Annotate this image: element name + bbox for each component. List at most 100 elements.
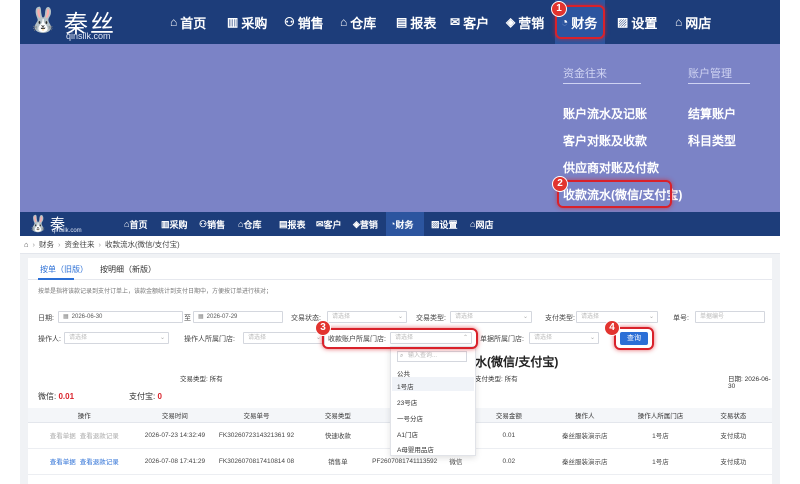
- report-title: 水(微信/支付宝): [475, 355, 559, 369]
- logo-mark-icon: 🐰: [28, 216, 48, 233]
- col-header: 操作人所属门店: [626, 408, 695, 423]
- date-to-input[interactable]: ▦ 2026-07-29: [193, 311, 283, 323]
- customer-icon: ✉: [450, 15, 461, 29]
- chevron-down-icon: ⌄: [159, 335, 165, 341]
- breadcrumb-current: 收款流水(微信/支付宝): [105, 240, 180, 249]
- wechat-total: 微信: 0.01: [38, 392, 75, 401]
- nav-marketing[interactable]: ◈ 营销: [353, 212, 378, 236]
- step-badge-3: 3: [315, 320, 331, 336]
- payment-flow-highlight: [557, 180, 672, 208]
- menu-heading-account-mgmt: 账户管理: [688, 68, 732, 80]
- nav-report[interactable]: ▤ 报表: [396, 0, 436, 44]
- pay-type-label: 支付类型:: [545, 315, 575, 322]
- nav-sales[interactable]: ⚇ 销售: [284, 0, 324, 44]
- store-option[interactable]: A1门店: [397, 429, 418, 439]
- search-icon: ⌕: [400, 353, 404, 359]
- chevron-down-icon: ⌄: [522, 314, 528, 320]
- order-no-input[interactable]: 单据编号: [695, 311, 765, 323]
- breadcrumb-finance[interactable]: 财务: [39, 239, 54, 250]
- settings-icon: ▨: [617, 15, 629, 29]
- operator-store-select[interactable]: 请选择 ⌄: [243, 332, 325, 344]
- view-order-link[interactable]: 查看单据: [50, 459, 76, 466]
- nav-marketing[interactable]: ◈ 营销: [506, 0, 544, 44]
- report-pay-type: 支付类型: 所有: [475, 376, 518, 383]
- date-from-input[interactable]: ▦ 2026-06-30: [58, 311, 183, 323]
- home-icon[interactable]: ⌂: [24, 240, 29, 249]
- store-option[interactable]: 一号分店: [397, 413, 423, 423]
- col-header: 交易金额: [474, 408, 544, 423]
- marketing-icon: ◈: [506, 15, 516, 29]
- customer-icon: ✉: [316, 218, 324, 229]
- nav-warehouse[interactable]: ⌂ 仓库: [238, 212, 261, 236]
- home-icon: ⌂: [170, 15, 178, 29]
- operator-label: 操作人:: [38, 336, 61, 343]
- chevron-down-icon: ⌄: [397, 314, 403, 320]
- trade-type-select[interactable]: 请选择 ⌄: [450, 311, 532, 323]
- store-option[interactable]: A母婴用品店: [397, 444, 434, 454]
- nav-settings[interactable]: ▨ 设置: [431, 212, 458, 236]
- trade-type-label: 交易类型:: [416, 315, 446, 322]
- nav-home[interactable]: ⌂ 首页: [170, 0, 206, 44]
- top-navbar: 🐰 秦丝 qinsilk.com ⌂ 首页 ▥ 采购 ⚇ 销售 ⌂ 仓库 ▤ 报表 ✉ 客户…: [20, 0, 780, 44]
- report-trade-type: 交易类型: 所有: [180, 376, 223, 383]
- nav-report[interactable]: ▤ 报表: [279, 212, 306, 236]
- menu-item-supplier-reconcile[interactable]: 供应商对账及付款: [563, 159, 659, 176]
- view-refund-link[interactable]: 查看退款记录: [80, 433, 119, 440]
- chevron-down-icon: ⌄: [648, 314, 654, 320]
- nav-purchase[interactable]: ▥ 采购: [161, 212, 188, 236]
- active-tab-indicator: [38, 278, 74, 280]
- store-option[interactable]: 公共: [397, 368, 410, 378]
- report-icon: ▤: [396, 15, 408, 29]
- main-content: 按单（旧版） 按明细（新版） 按单是指将该款记录到支付订单上，该款金额统计到支付…: [28, 258, 772, 484]
- menu-heading-underline: [688, 83, 750, 84]
- trade-status-select[interactable]: 请选择 ⌄: [327, 311, 407, 323]
- store-search-input[interactable]: ⌕ 输入查询...: [397, 351, 467, 362]
- menu-heading-underline: [563, 83, 641, 84]
- tab-by-detail[interactable]: 按明细（新版）: [100, 264, 156, 275]
- brand-logo[interactable]: 🐰 秦丝 qinsilk.com: [28, 4, 138, 41]
- report-icon: ▤: [279, 218, 288, 229]
- nav-customer[interactable]: ✉ 客户: [316, 212, 342, 236]
- mode-hint: 按单是指将该款记录到支付订单上，该款金额统计到支付日期中，方便按订单进行核对；: [38, 289, 273, 295]
- store-dropdown-list: ⌕ 输入查询... 公共 1号店 23号店 一号分店 A1门店 A母婴用品店: [390, 346, 476, 456]
- col-header: 操作: [28, 408, 141, 423]
- screenshot-frame: 🐰 秦丝 qinsilk.com ⌂ 首页 ▥ 采购 ⚇ 销售 ⌂ 仓库 ▤ 报表 ✉ 客户…: [20, 0, 780, 484]
- menu-item-customer-reconcile[interactable]: 客户对账及收款: [563, 132, 647, 149]
- calendar-icon: ▦: [198, 314, 204, 320]
- menu-item-subject-type[interactable]: 科目类型: [688, 132, 736, 149]
- nav-store[interactable]: ⌂ 网店: [470, 212, 493, 236]
- warehouse-icon: ⌂: [340, 15, 348, 29]
- chevron-down-icon: ⌄: [589, 335, 595, 341]
- purchase-icon: ▥: [227, 15, 239, 29]
- operator-store-label: 操作人所属门店:: [184, 336, 235, 343]
- settings-icon: ▨: [431, 218, 440, 229]
- nav-purchase[interactable]: ▥ 采购: [227, 0, 267, 44]
- nav-home[interactable]: ⌂ 首页: [124, 212, 147, 236]
- nav-customer[interactable]: ✉ 客户: [450, 0, 489, 44]
- nav-sales[interactable]: ⚇ 销售: [199, 212, 225, 236]
- store-option[interactable]: 23号店: [397, 397, 417, 407]
- breadcrumb-fund-flow[interactable]: 资金往来: [65, 239, 95, 250]
- view-tabs: 按单（旧版） 按明细（新版）: [28, 258, 772, 280]
- menu-item-account-flow[interactable]: 账户流水及记账: [563, 105, 647, 122]
- menu-item-settlement-account[interactable]: 结算账户: [688, 105, 736, 122]
- nav-warehouse[interactable]: ⌂ 仓库: [340, 0, 376, 44]
- doc-store-label: 单据所属门店:: [480, 336, 524, 343]
- brand-domain: qinsilk.com: [52, 228, 82, 234]
- date-separator: 至: [184, 315, 191, 322]
- operator-select[interactable]: 请选择 ⌄: [64, 332, 169, 344]
- store-icon: ⌂: [675, 15, 683, 29]
- view-order-link[interactable]: 查看单据: [50, 433, 76, 440]
- view-refund-link[interactable]: 查看退款记录: [80, 459, 119, 466]
- sales-icon: ⚇: [284, 15, 295, 29]
- menu-heading-fund-flow: 资金往来: [563, 68, 607, 80]
- nav-finance[interactable]: ◔ 财务: [386, 212, 424, 236]
- tab-by-order[interactable]: 按单（旧版）: [40, 264, 88, 275]
- nav-store[interactable]: ⌂ 网店: [675, 0, 711, 44]
- order-no-label: 单号:: [673, 315, 689, 322]
- doc-store-select[interactable]: 请选择 ⌄: [529, 332, 599, 344]
- nav-settings[interactable]: ▨ 设置: [617, 0, 657, 44]
- query-highlight: [614, 327, 654, 350]
- brand-domain: qinsilk.com: [66, 31, 111, 41]
- store-option[interactable]: 1号店: [397, 381, 414, 391]
